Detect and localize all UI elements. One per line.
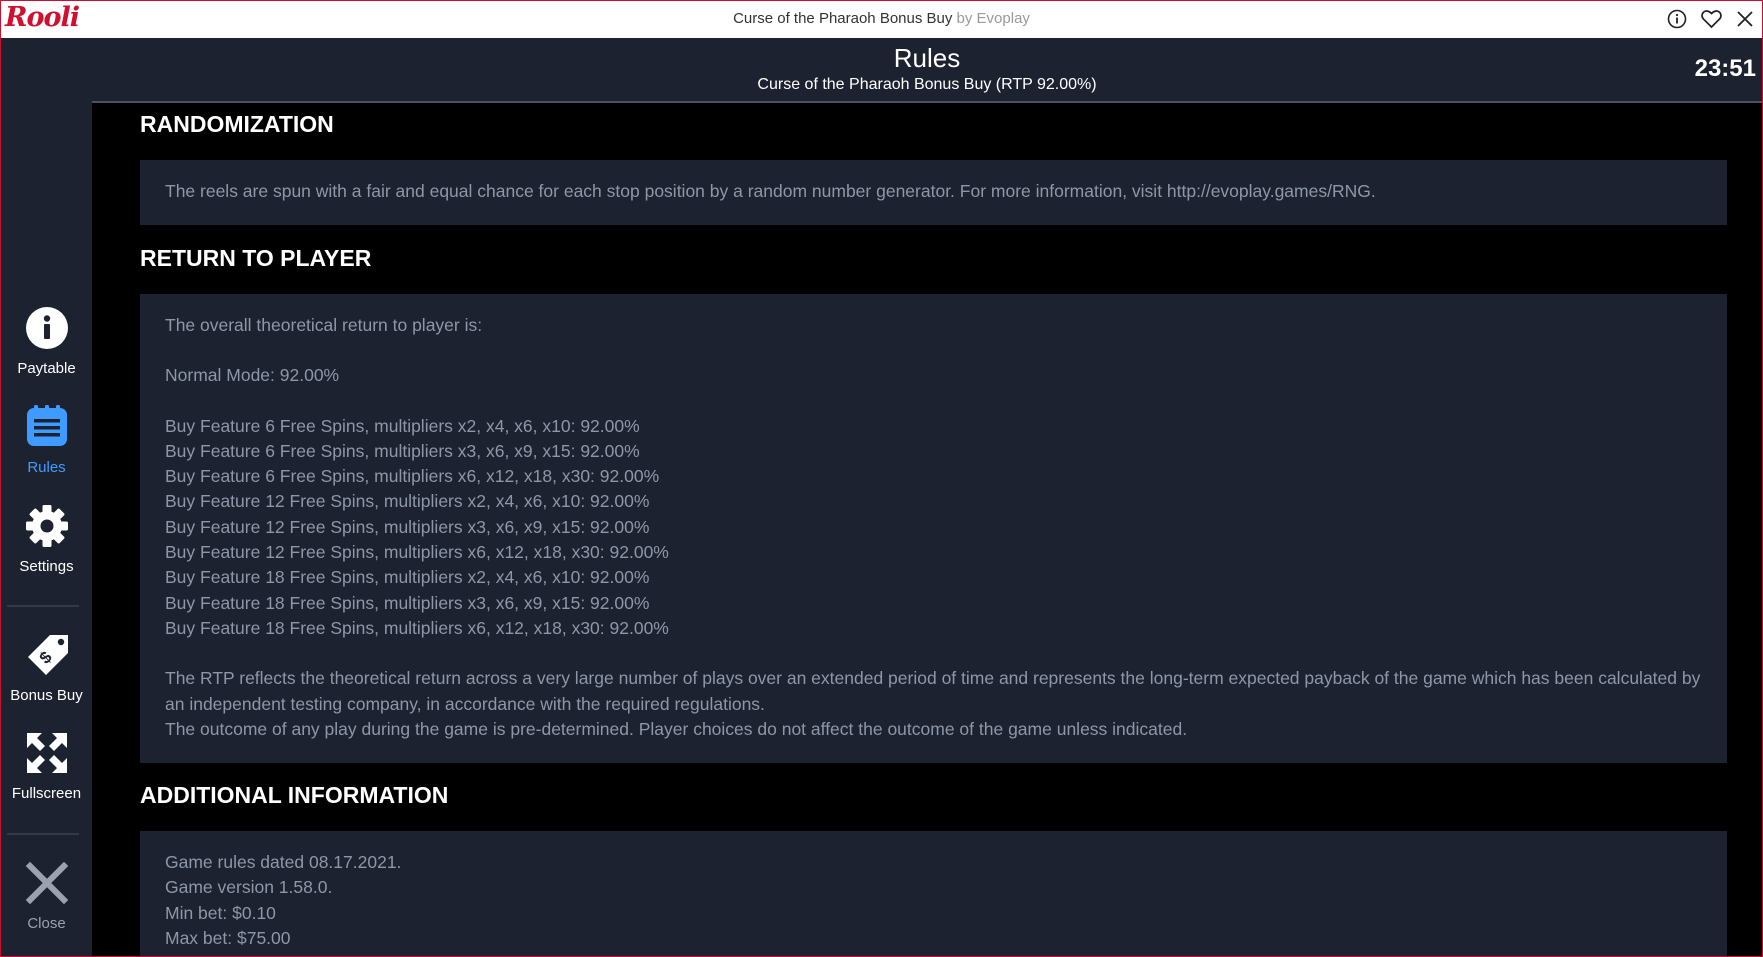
page-subtitle: Curse of the Pharaoh Bonus Buy (RTP 92.0… xyxy=(757,76,1097,93)
window-title: Curse of the Pharaoh Bonus Buy by Evopla… xyxy=(1,10,1762,27)
rules-icon xyxy=(25,405,69,453)
rtp-feature-line: Buy Feature 12 Free Spins, multipliers x… xyxy=(165,542,669,563)
rtp-normal-mode: Normal Mode: 92.00% xyxy=(165,365,340,386)
fullscreen-icon xyxy=(25,733,69,779)
rtp-feature-line: Buy Feature 18 Free Spins, multipliers x… xyxy=(165,567,650,588)
sidebar-item-close[interactable]: Close xyxy=(1,861,92,932)
sidebar-item-label: Paytable xyxy=(17,360,76,377)
section-title-rtp: RETURN TO PLAYER xyxy=(140,245,372,271)
rtp-feature-line: Buy Feature 6 Free Spins, multipliers x3… xyxy=(165,440,640,461)
rtp-intro: The overall theoretical return to player… xyxy=(165,315,483,335)
sidebar-item-label: Bonus Buy xyxy=(10,687,83,704)
sidebar: Paytable Rules Settings $ Bonus Buy Full… xyxy=(1,38,92,956)
randomization-box: The reels are spun with a fair and equal… xyxy=(140,160,1727,225)
gear-icon xyxy=(25,505,69,552)
page-header: Rules Curse of the Pharaoh Bonus Buy (RT… xyxy=(92,38,1762,103)
additional-line: Max bet: $75.00 xyxy=(165,927,291,948)
rtp-feature-line: Buy Feature 12 Free Spins, multipliers x… xyxy=(165,491,650,512)
game-title: Curse of the Pharaoh Bonus Buy xyxy=(733,10,953,27)
outcome-note: The outcome of any play during the game … xyxy=(165,718,1188,739)
rtp-feature-line: Buy Feature 18 Free Spins, multipliers x… xyxy=(165,617,669,638)
page-title: Rules xyxy=(893,43,961,73)
additional-line: Min bet: $0.10 xyxy=(165,902,276,923)
title-bar: Rooli Curse of the Pharaoh Bonus Buy by … xyxy=(1,1,1762,39)
sidebar-divider xyxy=(7,605,79,607)
rtp-feature-line: Buy Feature 12 Free Spins, multipliers x… xyxy=(165,516,650,537)
sidebar-item-label: Rules xyxy=(27,459,66,476)
info-icon[interactable] xyxy=(1666,8,1688,30)
info-icon xyxy=(25,307,69,354)
section-title-additional: ADDITIONAL INFORMATION xyxy=(140,782,449,808)
section-title-randomization: RANDOMIZATION xyxy=(140,111,334,137)
sidebar-item-label: Fullscreen xyxy=(11,785,82,802)
additional-box: Game rules dated 08.17.2021. Game versio… xyxy=(140,831,1727,956)
clock: 23:51 xyxy=(1694,55,1756,82)
sidebar-item-label: Close xyxy=(27,915,66,932)
titlebar-icons xyxy=(1666,8,1756,30)
rules-content[interactable]: RANDOMIZATION The reels are spun with a … xyxy=(92,103,1762,956)
additional-line: Game rules dated 08.17.2021. xyxy=(165,852,402,872)
provider-label: by Evoplay xyxy=(956,10,1030,27)
additional-line: Game version 1.58.0. xyxy=(165,877,333,898)
close-icon[interactable] xyxy=(1734,8,1756,30)
sidebar-divider xyxy=(7,833,79,835)
sidebar-item-paytable[interactable]: Paytable xyxy=(1,306,92,377)
heart-icon[interactable] xyxy=(1700,8,1722,30)
sidebar-item-label: Settings xyxy=(19,558,74,575)
rtp-feature-line: Buy Feature 6 Free Spins, multipliers x2… xyxy=(165,415,640,436)
rtp-note: The RTP reflects the theoretical return … xyxy=(165,668,1701,714)
sidebar-item-rules[interactable]: Rules xyxy=(1,405,92,476)
sidebar-item-settings[interactable]: Settings xyxy=(1,504,92,575)
rtp-feature-line: Buy Feature 18 Free Spins, multipliers x… xyxy=(165,592,650,613)
rtp-feature-line: Buy Feature 6 Free Spins, multipliers x6… xyxy=(165,466,660,487)
sidebar-item-fullscreen[interactable]: Fullscreen xyxy=(1,731,92,802)
rtp-box: The overall theoretical return to player… xyxy=(140,294,1727,763)
sidebar-item-bonus-buy[interactable]: $ Bonus Buy xyxy=(1,633,92,704)
app-window: Rooli Curse of the Pharaoh Bonus Buy by … xyxy=(0,0,1763,957)
randomization-text: The reels are spun with a fair and equal… xyxy=(165,181,1376,201)
close-x-icon xyxy=(25,861,69,909)
bonus-tag-icon: $ xyxy=(24,635,70,681)
